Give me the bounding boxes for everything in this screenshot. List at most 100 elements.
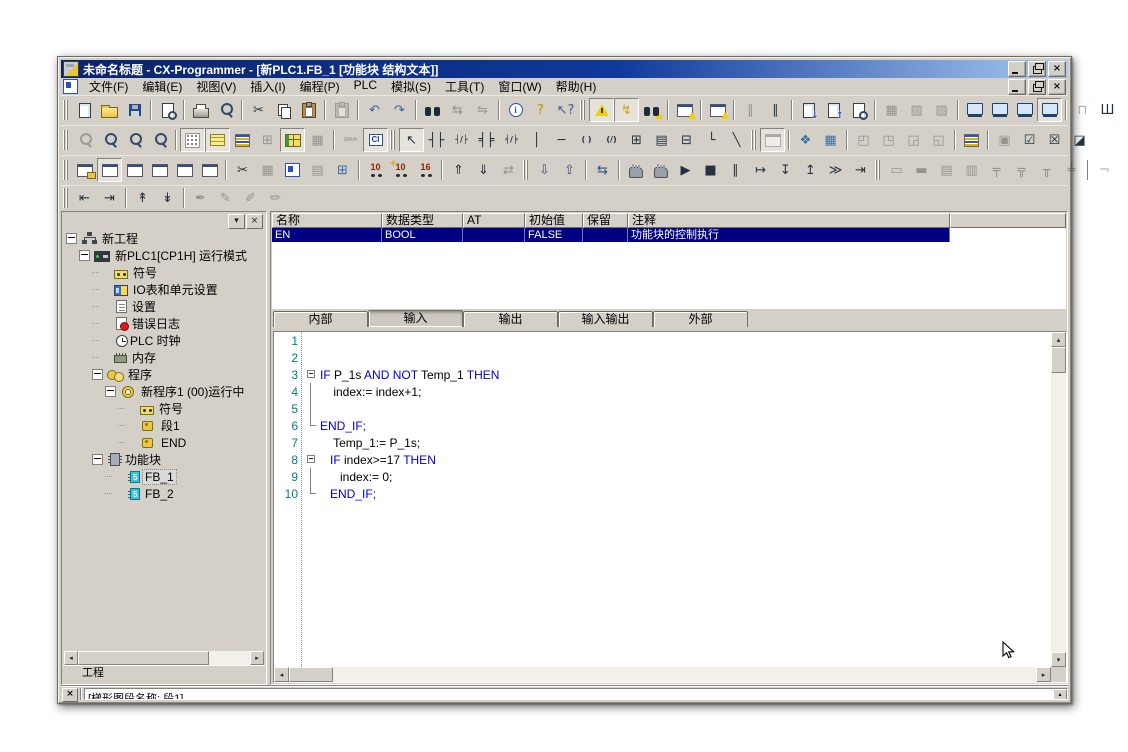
connect-line-button[interactable]: └ [699, 128, 724, 152]
zoom-out-button[interactable] [147, 128, 172, 152]
context-help-button[interactable]: ↖? [553, 98, 578, 122]
new-coil-button[interactable]: ( ) [574, 128, 599, 152]
code-line-8[interactable]: 8 IF index>=17 THEN [274, 451, 1051, 468]
tree-node-end-section[interactable]: END [64, 434, 264, 451]
transfer-warning-button[interactable] [705, 98, 730, 122]
scroll-up-icon[interactable]: ▴ [1051, 332, 1066, 347]
toggle-local-symbols-button[interactable] [172, 158, 197, 182]
step-out-button[interactable]: ↥ [798, 158, 823, 182]
menu-program[interactable]: 编程(P) [293, 77, 347, 96]
workspace-pin-button[interactable]: ▾ [228, 214, 245, 229]
work-online-button[interactable] [623, 158, 648, 182]
run-simulation-button[interactable]: ▶ [673, 158, 698, 182]
new-or-contact-button[interactable]: ╡╞ [474, 128, 499, 152]
menu-simulation[interactable]: 模拟(S) [384, 77, 438, 96]
editor-horizontal-scrollbar[interactable]: ◂ ▸ [274, 667, 1051, 682]
view-calendar-button[interactable]: ▦ [818, 128, 843, 152]
fold-marker-start[interactable] [304, 366, 320, 383]
toggle-grid-button[interactable] [180, 128, 205, 152]
new-file-button[interactable] [72, 98, 97, 122]
tree-node-function-blocks[interactable]: 功能块 [64, 451, 264, 468]
st-code-area[interactable]: 123IF P_1s AND NOT Temp_1 THEN4 index:= … [274, 332, 1051, 667]
new-closed-or-contact-button[interactable]: ╡/╞ [499, 128, 524, 152]
tree-expander[interactable] [92, 369, 103, 380]
cut-button[interactable]: ✂ [246, 98, 271, 122]
tree-horizontal-scrollbar[interactable]: ◂ ▸ [64, 651, 264, 665]
st-editor[interactable]: 123IF P_1s AND NOT Temp_1 THEN4 index:= … [273, 331, 1067, 683]
code-line-4[interactable]: 4 index:= index+1; [274, 383, 1051, 400]
tree-node-section1[interactable]: 段1 [64, 417, 264, 434]
force-set-button[interactable]: ⇑ [446, 158, 471, 182]
tree-node-io-table[interactable]: IO表和单元设置 [64, 281, 264, 298]
page-setup-button[interactable] [155, 98, 180, 122]
tree-expander[interactable] [105, 386, 116, 397]
code-line-9[interactable]: 9 index:= 0; [274, 468, 1051, 485]
scrollbar-thumb[interactable] [1051, 347, 1066, 373]
about-button[interactable]: i [503, 98, 528, 122]
time-chart-monitor-button[interactable]: Ш [1095, 98, 1120, 122]
code-line-10[interactable]: 10 END_IF; [274, 485, 1051, 502]
continuous-step-run-button[interactable]: ≫ [823, 158, 848, 182]
selection-mode-button[interactable]: ↖ [399, 128, 424, 152]
monitor-in-rung-button[interactable] [987, 98, 1012, 122]
scroll-right-icon[interactable]: ▸ [250, 651, 264, 665]
new-fb-invocation-button[interactable]: ▤ [649, 128, 674, 152]
toggle-monitoring-button[interactable] [962, 98, 987, 122]
toolbar-grip[interactable] [580, 100, 585, 120]
show-rung-comments-button[interactable] [205, 128, 230, 152]
show-rung-annotations-button[interactable] [230, 128, 255, 152]
force-on-button[interactable]: ☑ [1017, 128, 1042, 152]
force-off-button[interactable]: ☒ [1042, 128, 1067, 152]
work-online-simulator-button[interactable] [648, 158, 673, 182]
transfer-to-plc-button[interactable]: ⇩ [532, 158, 557, 182]
monitor-test-mode-button[interactable] [1037, 98, 1062, 122]
stack-online-button[interactable]: ❖ [793, 128, 818, 152]
scroll-left-icon[interactable]: ◂ [274, 667, 289, 682]
toolbar-grip[interactable] [523, 160, 528, 180]
editor-vertical-scrollbar[interactable]: ▴ ▾ [1051, 332, 1066, 667]
workspace-close-button[interactable]: × [246, 214, 263, 229]
tree-node-program1-symbols[interactable]: 符号 [64, 400, 264, 417]
download-to-plc-button[interactable]: ↓ [796, 98, 821, 122]
print-button[interactable] [188, 98, 213, 122]
document-icon[interactable] [63, 79, 78, 94]
new-vertical-line-button[interactable]: │ [524, 128, 549, 152]
tree-node-fb2[interactable]: FB_2 [64, 485, 264, 502]
monitor-signed-decimal-button[interactable]: 10+ [388, 158, 413, 182]
help-button[interactable]: ? [528, 98, 553, 122]
compare-program-button[interactable]: ⇆ [590, 158, 615, 182]
scrollbar-thumb[interactable] [289, 667, 333, 682]
tree-node-new-plc1[interactable]: 新PLC1[CP1H] 运行模式 [64, 247, 264, 264]
toolbar-grip[interactable] [63, 130, 68, 150]
find-button[interactable] [420, 98, 445, 122]
code-line-2[interactable]: 2 [274, 349, 1051, 366]
monitor-window-button[interactable] [1012, 98, 1037, 122]
zoom-in-button[interactable] [122, 128, 147, 152]
close-button[interactable]: × [1048, 79, 1066, 95]
column-header-initial-value[interactable]: 初始值 [525, 213, 583, 228]
upload-from-plc-button[interactable]: ↑ [821, 98, 846, 122]
fold-marker-start[interactable] [304, 451, 320, 468]
menu-window[interactable]: 窗口(W) [491, 77, 548, 96]
force-reset-button[interactable]: ⇓ [471, 158, 496, 182]
go-to-top-button[interactable]: ↟ [130, 186, 155, 210]
column-header-at[interactable]: AT [463, 213, 525, 228]
column-header-comment[interactable]: 注释 [628, 213, 950, 228]
toolbar-grip[interactable] [751, 130, 756, 150]
new-closed-coil-button[interactable]: (/) [599, 128, 624, 152]
view-symbol-bar-button[interactable] [280, 128, 305, 152]
menu-view[interactable]: 视图(V) [189, 77, 243, 96]
tab-internal[interactable]: 内部 [273, 311, 368, 327]
tree-expander[interactable] [66, 233, 77, 244]
output-close-button[interactable]: × [62, 688, 78, 702]
tree-node-symbols[interactable]: 符号 [64, 264, 264, 281]
set-value-button[interactable]: ◪ [1067, 128, 1092, 152]
delete-line-button[interactable]: ╲ [724, 128, 749, 152]
restore-button[interactable] [1028, 79, 1046, 95]
monitor-hex-button[interactable]: 16 [413, 158, 438, 182]
menu-help[interactable]: 帮助(H) [549, 77, 604, 96]
scroll-down-icon[interactable]: ▾ [1051, 652, 1066, 667]
print-preview-button[interactable] [213, 98, 238, 122]
undo-button[interactable]: ↶ [362, 98, 387, 122]
scrollbar-thumb[interactable] [78, 651, 209, 665]
